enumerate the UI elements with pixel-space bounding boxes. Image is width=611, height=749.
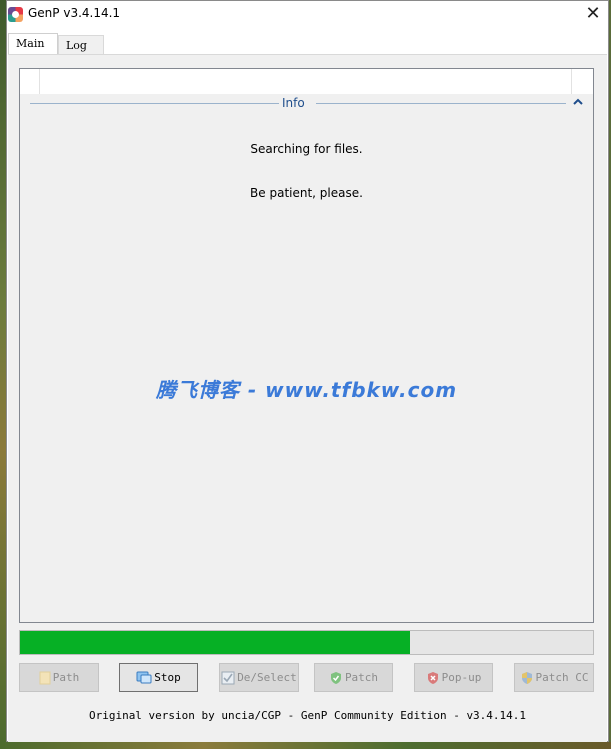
deselect-button[interactable]: De/Select xyxy=(219,663,299,692)
watermark-text: 腾飞博客 - www.tfbkw.com xyxy=(155,378,458,402)
window-title: GenP v3.4.14.1 xyxy=(28,6,121,20)
checkbox-icon xyxy=(221,671,235,684)
patch-button-label: Patch xyxy=(344,671,379,684)
main-tab-panel: Info Searching for files. Be patient, pl… xyxy=(8,54,607,742)
path-button-label: Path xyxy=(52,671,80,684)
close-button[interactable]: ✕ xyxy=(577,1,609,29)
patch-button[interactable]: Patch xyxy=(314,663,393,692)
info-divider-left xyxy=(30,103,279,104)
popup-button-label: Pop-up xyxy=(441,671,482,684)
title-bar[interactable]: GenP v3.4.14.1 ✕ xyxy=(7,1,608,29)
path-button[interactable]: Path xyxy=(19,663,99,692)
stop-button-label: Stop xyxy=(154,671,181,684)
content-frame: Info Searching for files. Be patient, pl… xyxy=(19,68,594,623)
folder-icon xyxy=(39,671,51,684)
tab-log[interactable]: Log xyxy=(58,35,104,55)
app-logo-icon xyxy=(8,7,23,22)
info-group-label: Info xyxy=(282,96,305,110)
column-divider xyxy=(571,69,572,94)
patch-cc-button-label: Patch CC xyxy=(535,671,589,684)
tab-main[interactable]: Main xyxy=(8,33,58,55)
stop-button[interactable]: Stop xyxy=(119,663,198,692)
status-message: Be patient, please. xyxy=(250,186,363,200)
chevron-up-icon[interactable] xyxy=(572,96,584,108)
progress-bar xyxy=(19,630,594,655)
deselect-button-label: De/Select xyxy=(237,671,297,684)
info-divider-right xyxy=(316,103,566,104)
popup-button[interactable]: Pop-up xyxy=(414,663,493,692)
status-message: Searching for files. xyxy=(250,142,363,156)
stop-chat-icon xyxy=(136,671,152,683)
shield-check-icon xyxy=(330,671,341,684)
column-divider xyxy=(39,69,40,94)
uac-shield-icon xyxy=(521,671,532,684)
patch-cc-button[interactable]: Patch CC xyxy=(514,663,594,692)
desktop-background-bottom xyxy=(0,742,611,749)
progress-fill xyxy=(20,631,410,654)
shield-x-icon xyxy=(427,671,438,684)
list-header-strip xyxy=(20,69,593,94)
footer-credits: Original version by uncia/CGP - GenP Com… xyxy=(88,709,527,722)
app-window: GenP v3.4.14.1 ✕ Main Log Info Searching… xyxy=(6,0,609,742)
